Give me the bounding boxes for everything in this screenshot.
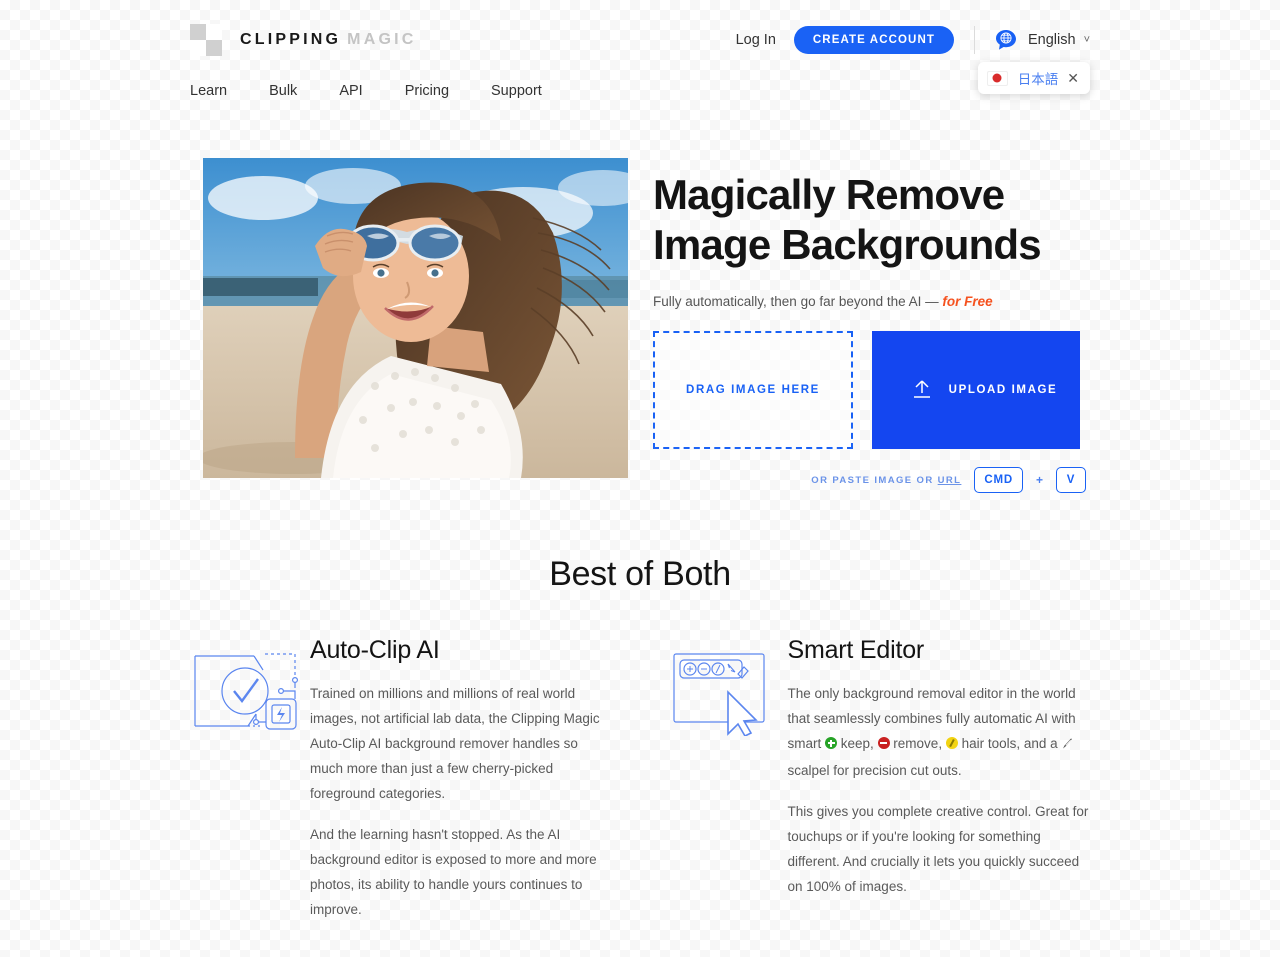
nav-item-pricing[interactable]: Pricing — [405, 83, 449, 99]
feature-title: Auto-Clip AI — [310, 636, 440, 664]
upload-arrow-icon — [911, 378, 933, 403]
paste-url-link[interactable]: URL — [938, 475, 962, 486]
hero-photo — [203, 158, 628, 478]
smart-editor-text-scalpel: scalpel for precision cut outs. — [787, 763, 962, 778]
language-label: English — [1028, 32, 1076, 48]
language-suggestion-popup[interactable]: 日本語 ✕ — [977, 62, 1090, 94]
nav-item-learn[interactable]: Learn — [190, 83, 227, 99]
auto-clip-ai-illustration-icon — [190, 636, 310, 938]
popup-language-label[interactable]: 日本語 — [1018, 68, 1059, 88]
login-link[interactable]: Log In — [736, 32, 776, 48]
page-root: CLIPPING MAGIC Learn Bulk API Pricing Sup… — [0, 0, 1280, 938]
globe-speech-bubble-icon — [995, 29, 1017, 51]
hero-content: Magically Remove Image Backgrounds Fully… — [653, 158, 1090, 493]
create-account-button[interactable]: CREATE ACCOUNT — [793, 26, 954, 54]
chevron-down-icon: ˅ — [1083, 34, 1090, 46]
upload-button-label: UPLOAD IMAGE — [948, 384, 1058, 396]
feature-paragraph-2: And the learning hasn't stopped. As the … — [310, 827, 597, 917]
page-title: Magically Remove Image Backgrounds — [653, 170, 1090, 270]
scalpel-icon — [1061, 738, 1074, 753]
hair-tool-icon — [945, 737, 958, 749]
nav-item-api[interactable]: API — [339, 83, 362, 99]
site-header: CLIPPING MAGIC Learn Bulk API Pricing Sup… — [0, 0, 1280, 118]
feature-paragraph-1: Trained on millions and millions of real… — [310, 686, 600, 801]
hero-title-line2: Image Backgrounds — [653, 221, 1042, 268]
remove-minus-icon — [877, 737, 890, 749]
main-nav: Learn Bulk API Pricing Support — [190, 83, 1090, 99]
smart-editor-illustration-icon — [668, 636, 788, 938]
hero-section: Magically Remove Image Backgrounds Fully… — [0, 118, 1280, 493]
feature-title: Smart Editor — [787, 636, 925, 664]
japan-flag-icon — [986, 70, 1008, 86]
feature-auto-clip-ai: Auto-Clip AI Trained on millions and mil… — [190, 636, 613, 938]
language-picker[interactable]: English ˅ — [995, 29, 1090, 51]
hero-subtitle: Fully automatically, then go far beyond … — [653, 294, 1090, 309]
key-v: V — [1056, 467, 1086, 493]
drag-image-dropzone[interactable]: DRAG IMAGE HERE — [653, 331, 853, 449]
key-cmd: CMD — [974, 467, 1023, 493]
upload-image-button[interactable]: UPLOAD IMAGE — [872, 331, 1080, 449]
feature-paragraph-2: This gives you complete creative control… — [787, 804, 1089, 894]
logo-text-secondary: MAGIC — [347, 31, 417, 48]
features-grid: Auto-Clip AI Trained on millions and mil… — [0, 636, 1280, 938]
logo-text-primary: CLIPPING — [240, 31, 342, 48]
feature-smart-editor: Smart Editor The only background removal… — [668, 636, 1091, 938]
smart-editor-text-hair: hair tools, and a — [957, 736, 1062, 751]
smart-editor-text-remove: remove, — [889, 736, 946, 751]
feature-auto-clip-ai-body: Auto-Clip AI Trained on millions and mil… — [310, 636, 613, 938]
upload-controls: DRAG IMAGE HERE UPLOAD IMAGE — [653, 331, 1090, 449]
smart-editor-text-keep: keep, — [837, 736, 878, 751]
hero-title-line1: Magically Remove — [653, 171, 1005, 218]
key-plus-separator: + — [1035, 473, 1043, 487]
hero-subtitle-prefix: Fully automatically, then go far beyond … — [653, 294, 943, 309]
section-title: Best of Both — [549, 555, 731, 593]
dropzone-label: DRAG IMAGE HERE — [686, 384, 820, 396]
header-actions: Log In CREATE ACCOUNT English ˅ — [736, 26, 1090, 54]
paste-hint-label: OR PASTE IMAGE OR URL — [811, 475, 961, 486]
paste-hint-prefix: OR PASTE IMAGE OR — [811, 474, 938, 486]
hero-subtitle-free: for Free — [942, 294, 993, 309]
header-divider — [974, 26, 975, 54]
feature-paragraph-1: The only background removal editor in th… — [788, 681, 1091, 783]
logo-text: CLIPPING MAGIC — [240, 31, 417, 49]
checkerboard-logo-icon — [190, 24, 222, 56]
feature-smart-editor-body: Smart Editor The only background removal… — [788, 636, 1091, 938]
nav-item-bulk[interactable]: Bulk — [269, 83, 297, 99]
keep-plus-icon — [825, 737, 838, 749]
nav-item-support[interactable]: Support — [491, 83, 542, 99]
close-icon[interactable]: ✕ — [1067, 71, 1079, 85]
paste-hint-row: OR PASTE IMAGE OR URL CMD + V — [653, 467, 1090, 493]
